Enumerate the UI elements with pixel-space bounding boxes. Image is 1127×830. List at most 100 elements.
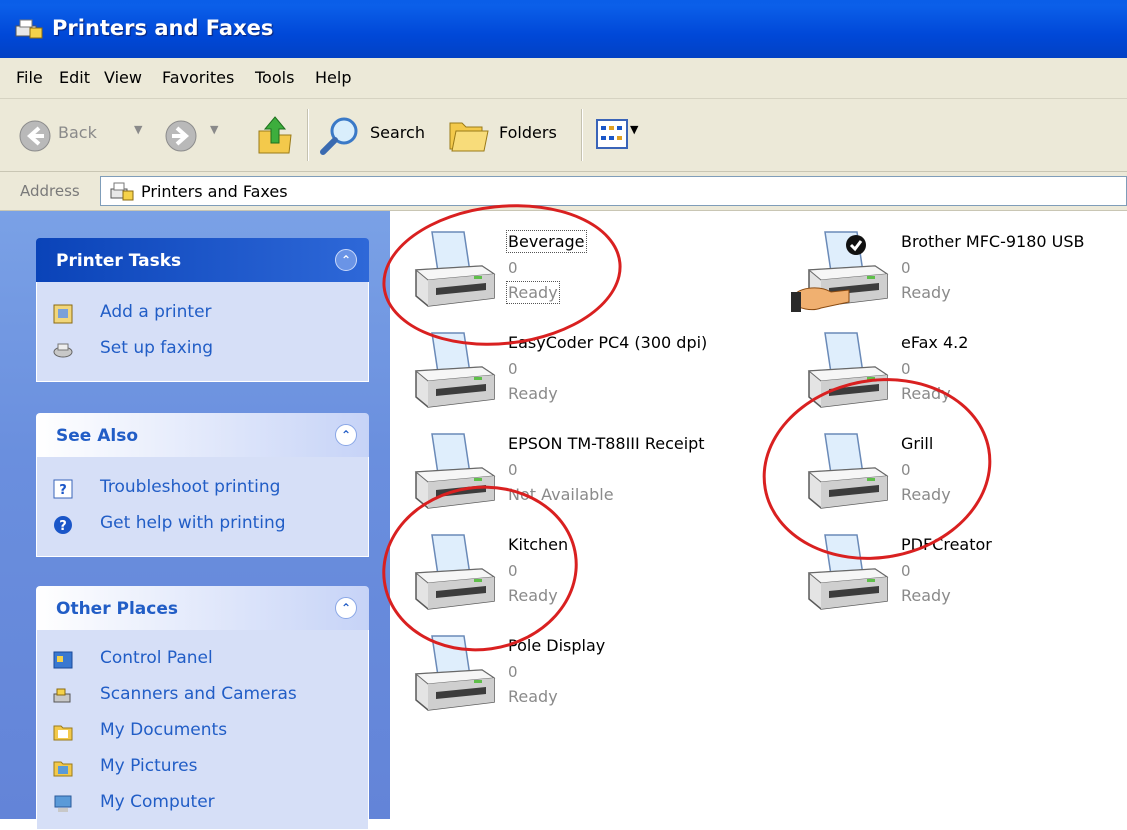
printer-icon bbox=[797, 428, 893, 518]
menu-view[interactable]: View bbox=[104, 68, 142, 87]
scanners-cameras-link[interactable]: Scanners and Cameras bbox=[37, 678, 368, 714]
printer-item-pole-display[interactable]: Pole Display 0 Ready bbox=[404, 630, 764, 730]
control-panel-link[interactable]: Control Panel bbox=[37, 642, 368, 678]
printer-icon bbox=[404, 226, 500, 316]
printer-name: Kitchen bbox=[508, 535, 569, 554]
back-arrow-icon[interactable] bbox=[18, 119, 52, 153]
printer-status: Not Available bbox=[508, 485, 614, 504]
menu-bar: File Edit View Favorites Tools Help bbox=[0, 58, 1127, 99]
printer-job-count: 0 bbox=[508, 461, 518, 479]
collapse-chevron-icon[interactable]: ⌃ bbox=[335, 597, 357, 619]
menu-tools[interactable]: Tools bbox=[255, 68, 294, 87]
search-icon[interactable] bbox=[318, 115, 362, 157]
panel-title: See Also bbox=[56, 426, 139, 446]
add-printer-icon bbox=[53, 304, 73, 324]
printer-name: EasyCoder PC4 (300 dpi) bbox=[508, 333, 708, 352]
address-bar: Address Printers and Faxes bbox=[0, 172, 1127, 211]
printer-item-efax-4-2[interactable]: eFax 4.2 0 Ready bbox=[797, 327, 1127, 427]
panel-body: ? Troubleshoot printing ? Get help with … bbox=[36, 457, 369, 557]
printer-item-easycoder-pc4[interactable]: EasyCoder PC4 (300 dpi) 0 Ready bbox=[404, 327, 764, 427]
my-computer-link[interactable]: My Computer bbox=[37, 786, 368, 822]
forward-dropdown-icon[interactable]: ▼ bbox=[210, 123, 218, 136]
link-label: Troubleshoot printing bbox=[100, 477, 281, 497]
printer-icon bbox=[404, 630, 500, 720]
collapse-chevron-icon[interactable]: ⌃ bbox=[335, 249, 357, 271]
my-documents-link[interactable]: My Documents bbox=[37, 714, 368, 750]
link-label: Scanners and Cameras bbox=[100, 684, 297, 704]
printer-item-brother-mfc-9180-usb[interactable]: Brother MFC-9180 USB 0 Ready bbox=[791, 226, 1127, 326]
toolbar-separator bbox=[581, 109, 583, 161]
printer-job-count: 0 bbox=[901, 360, 911, 378]
back-dropdown-icon[interactable]: ▼ bbox=[134, 123, 142, 136]
printer-status: Ready bbox=[901, 586, 951, 605]
link-label: My Computer bbox=[100, 792, 215, 812]
printer-icon bbox=[797, 327, 893, 417]
folders-icon[interactable] bbox=[448, 115, 492, 155]
fax-icon bbox=[53, 343, 73, 358]
back-button[interactable]: Back bbox=[58, 123, 97, 142]
printer-status: Ready bbox=[901, 384, 951, 403]
get-help-printing-link[interactable]: ? Get help with printing bbox=[37, 507, 368, 543]
address-value: Printers and Faxes bbox=[141, 182, 288, 201]
menu-help[interactable]: Help bbox=[315, 68, 351, 87]
set-up-faxing-link[interactable]: Set up faxing bbox=[37, 332, 368, 368]
other-places-header[interactable]: Other Places ⌃ bbox=[36, 586, 369, 630]
printer-item-kitchen[interactable]: Kitchen 0 Ready bbox=[404, 529, 764, 629]
printer-item-epson-tm-t88iii-receipt[interactable]: EPSON TM-T88III Receipt 0 Not Available bbox=[404, 428, 764, 528]
collapse-chevron-icon[interactable]: ⌃ bbox=[335, 424, 357, 446]
printer-item-pdfcreator[interactable]: PDFCreator 0 Ready bbox=[797, 529, 1127, 629]
forward-arrow-icon[interactable] bbox=[164, 119, 198, 153]
views-icon[interactable] bbox=[595, 118, 629, 150]
help-topic-icon: ? bbox=[53, 479, 73, 499]
folders-button[interactable]: Folders bbox=[499, 123, 557, 142]
up-folder-icon[interactable] bbox=[255, 113, 295, 155]
shared-hand-icon bbox=[791, 287, 850, 312]
printer-status: Ready bbox=[506, 281, 560, 304]
link-label: My Documents bbox=[100, 720, 228, 740]
printer-name: Brother MFC-9180 USB bbox=[901, 232, 1085, 251]
task-pane: Printer Tasks ⌃ Add a printer Set up fax… bbox=[0, 211, 390, 830]
printers-faxes-icon bbox=[15, 19, 43, 39]
printer-job-count: 0 bbox=[901, 259, 911, 277]
see-also-header[interactable]: See Also ⌃ bbox=[36, 413, 369, 457]
link-label: Add a printer bbox=[100, 302, 212, 322]
printer-job-count: 0 bbox=[508, 562, 518, 580]
address-input[interactable]: Printers and Faxes bbox=[100, 176, 1127, 206]
printers-faxes-icon bbox=[110, 182, 134, 201]
link-label: Set up faxing bbox=[100, 338, 214, 358]
printer-job-count: 0 bbox=[508, 663, 518, 681]
panel-title: Printer Tasks bbox=[56, 251, 182, 271]
window-title: Printers and Faxes bbox=[52, 16, 274, 40]
troubleshoot-printing-link[interactable]: ? Troubleshoot printing bbox=[37, 471, 368, 507]
address-label: Address bbox=[20, 182, 80, 200]
printer-icon bbox=[797, 529, 893, 619]
panel-title: Other Places bbox=[56, 599, 178, 619]
menu-edit[interactable]: Edit bbox=[59, 68, 90, 87]
toolbar-separator bbox=[307, 109, 309, 161]
printer-item-grill[interactable]: Grill 0 Ready bbox=[797, 428, 1127, 528]
link-label: My Pictures bbox=[100, 756, 198, 776]
toolbar: Back ▼ ▼ Search Folders ▼ bbox=[0, 99, 1127, 172]
printer-icon bbox=[404, 529, 500, 619]
my-pictures-icon bbox=[53, 761, 73, 777]
menu-favorites[interactable]: Favorites bbox=[162, 68, 234, 87]
link-label: Control Panel bbox=[100, 648, 213, 668]
menu-file[interactable]: File bbox=[16, 68, 43, 87]
printer-status: Ready bbox=[508, 586, 558, 605]
svg-text:?: ? bbox=[59, 519, 67, 534]
printer-icon bbox=[404, 428, 500, 518]
search-button[interactable]: Search bbox=[370, 123, 425, 142]
printer-item-beverage[interactable]: Beverage 0 Ready bbox=[404, 226, 764, 326]
add-printer-link[interactable]: Add a printer bbox=[37, 296, 368, 332]
printer-name: Pole Display bbox=[508, 636, 606, 655]
views-dropdown-icon[interactable]: ▼ bbox=[630, 123, 638, 136]
printer-status: Ready bbox=[901, 485, 951, 504]
title-bar: Printers and Faxes bbox=[0, 0, 1127, 58]
my-pictures-link[interactable]: My Pictures bbox=[37, 750, 368, 786]
printer-icon bbox=[404, 327, 500, 417]
printer-status: Ready bbox=[508, 384, 558, 403]
printer-tasks-header[interactable]: Printer Tasks ⌃ bbox=[36, 238, 369, 282]
printer-job-count: 0 bbox=[508, 360, 518, 378]
printer-status: Ready bbox=[508, 687, 558, 706]
my-documents-icon bbox=[53, 725, 73, 741]
